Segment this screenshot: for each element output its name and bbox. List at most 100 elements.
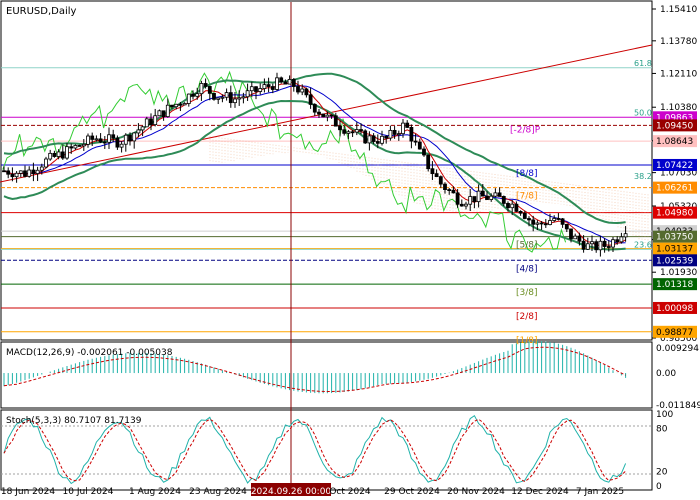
time-tick-label: 20 Nov 2024: [447, 487, 505, 497]
candle-body: [186, 93, 191, 104]
candle-body: [476, 190, 481, 203]
candle-body: [531, 219, 536, 225]
candle-body: [69, 146, 74, 149]
chart-root: EURUSD,Daily [-2/8]P [8/8] [7/8] [5/8] [4/8]…: [0, 0, 700, 497]
candle-body: [153, 115, 158, 126]
candle-body: [409, 126, 414, 142]
candle-body: [2, 170, 6, 173]
fib-label: 50.0: [634, 108, 652, 117]
candle-body: [375, 141, 380, 144]
candle-body: [90, 135, 95, 140]
price-level-tag-text: 1.09450: [656, 121, 693, 131]
candle-body: [165, 104, 170, 118]
candle-body: [212, 92, 216, 100]
candle-body: [577, 235, 582, 242]
candle-body: [237, 97, 242, 100]
candle-body: [207, 86, 212, 94]
macd-axis: 0.0092940.00-0.011849: [656, 344, 700, 411]
candle-body: [325, 114, 330, 118]
candle-body: [119, 143, 124, 148]
stoch-tick-label: 100: [656, 410, 673, 420]
price-axis: 1.154101.137801.121101.103801.086601.070…: [652, 5, 697, 344]
murray-label: [8/8]: [516, 169, 538, 179]
candle-body: [329, 114, 334, 117]
candle-body: [321, 113, 326, 118]
candle-body: [598, 240, 603, 251]
candle-body: [380, 135, 384, 144]
candle-body: [94, 138, 99, 141]
candle-body: [161, 110, 166, 118]
price-tick-label: 1.01930: [660, 268, 697, 278]
macd-tick-label: 0.00: [656, 369, 676, 379]
murray-label: [-2/8]P: [510, 125, 541, 135]
price-level-tag-text: 1.08643: [656, 137, 693, 147]
candle-body: [590, 241, 594, 245]
candle-body: [178, 103, 183, 106]
candle-body: [27, 169, 32, 177]
stoch-tick-label: 20: [656, 468, 668, 478]
candle-body: [413, 140, 418, 143]
candle-body: [300, 88, 305, 93]
candle-body: [77, 145, 82, 147]
candle-body: [10, 173, 15, 178]
candle-body: [405, 122, 410, 128]
candle-body: [493, 192, 498, 197]
candle-body: [81, 143, 86, 147]
candle-body: [611, 239, 615, 248]
murray-label: [3/8]: [516, 288, 538, 298]
candle-body: [388, 129, 393, 139]
candle-body: [262, 84, 267, 89]
price-tick-label: 1.13780: [660, 37, 697, 47]
candle-body: [455, 192, 460, 205]
murray-label: [5/8]: [516, 241, 538, 251]
candle-body: [107, 134, 111, 143]
fib-label: 61.8: [634, 59, 652, 68]
candle-body: [132, 132, 137, 142]
candle-body: [564, 223, 569, 230]
candle-body: [384, 135, 389, 139]
candle-body: [363, 130, 368, 144]
candle-body: [506, 203, 510, 209]
candle-body: [434, 173, 439, 178]
candle-body: [304, 88, 309, 96]
candle-body: [342, 129, 347, 134]
time-tick-label: 12 Dec 2024: [511, 487, 569, 497]
price-level-tag-text: 1.06261: [656, 184, 693, 194]
symbol-label: EURUSD,Daily: [6, 6, 77, 17]
candle-body: [31, 169, 36, 174]
price-level-tag-text: 1.02539: [656, 256, 693, 266]
candle-body: [350, 131, 355, 134]
candle-body: [6, 170, 11, 175]
candle-body: [102, 141, 107, 144]
time-tick-label: Oct 2024: [329, 487, 371, 497]
candle-body: [199, 83, 204, 95]
price-tick-label: 1.15410: [660, 5, 697, 15]
candle-body: [472, 196, 477, 203]
candle-body: [371, 135, 376, 142]
candle-body: [254, 86, 258, 92]
candle-body: [543, 223, 548, 226]
candle-body: [174, 103, 179, 108]
candle-body: [585, 243, 590, 250]
time-tick-label: 7 Jan 2025: [576, 487, 624, 497]
price-level-tag-text: 1.03137: [656, 245, 693, 255]
candle-body: [480, 190, 485, 197]
time-tick-label: 18 Jun 2024: [1, 487, 55, 497]
candle-body: [287, 79, 292, 85]
price-level-tag-text: 1.01318: [656, 280, 693, 290]
candle-body: [367, 135, 372, 144]
price-panel: [0, 0, 653, 341]
candle-body: [220, 96, 225, 99]
candle-body: [56, 151, 61, 157]
candle-body: [216, 97, 221, 100]
time-tick-label: 1 Aug 2024: [129, 487, 181, 497]
candle-body: [191, 93, 195, 97]
murray-label: [2/8]: [516, 312, 538, 322]
candle-body: [35, 169, 40, 174]
candle-body: [594, 241, 599, 251]
candle-body: [392, 129, 397, 135]
candle-body: [224, 92, 229, 98]
candle-body: [464, 203, 468, 207]
candle-body: [60, 151, 65, 159]
candle-body: [136, 129, 141, 134]
